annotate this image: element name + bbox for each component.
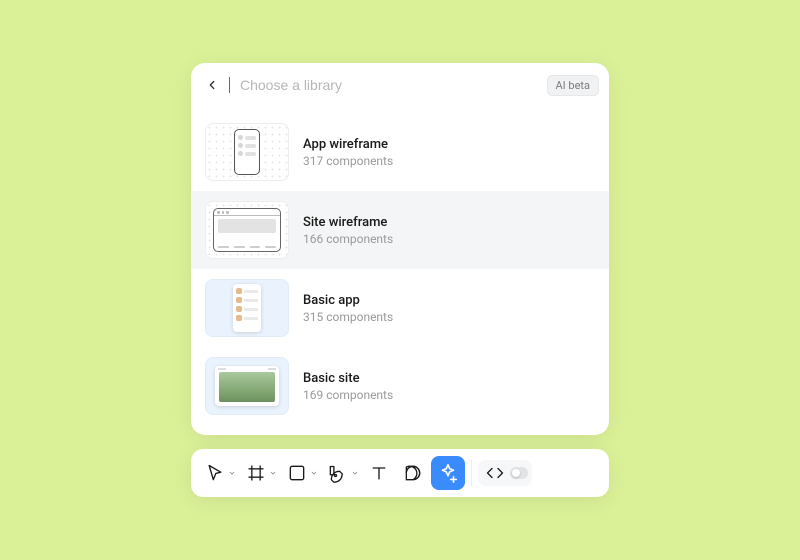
back-button[interactable] bbox=[201, 74, 223, 96]
toolbar bbox=[191, 449, 609, 497]
ai-beta-badge: AI beta bbox=[547, 75, 600, 96]
library-item-app-wireframe[interactable]: App wireframe 317 components bbox=[191, 113, 609, 191]
chevron-down-icon bbox=[228, 469, 236, 477]
site-card-icon bbox=[215, 366, 279, 406]
library-picker-panel: AI beta App wireframe 317 components bbox=[191, 63, 609, 435]
shape-tool[interactable] bbox=[281, 456, 320, 490]
sparkle-icon bbox=[437, 462, 459, 484]
dev-mode-toggle[interactable] bbox=[478, 460, 532, 486]
chevron-left-icon bbox=[205, 78, 219, 92]
library-item-site-wireframe[interactable]: Site wireframe 166 components bbox=[191, 191, 609, 269]
library-meta: Basic app 315 components bbox=[303, 293, 393, 324]
code-icon bbox=[486, 464, 504, 482]
comment-tool[interactable] bbox=[397, 456, 429, 490]
move-tool[interactable] bbox=[199, 456, 238, 490]
chevron-down-icon bbox=[269, 469, 277, 477]
toggle-switch[interactable] bbox=[510, 467, 528, 479]
pen-tool[interactable] bbox=[322, 456, 361, 490]
library-subtitle: 169 components bbox=[303, 388, 393, 402]
text-tool[interactable] bbox=[363, 456, 395, 490]
library-item-basic-app[interactable]: Basic app 315 components bbox=[191, 269, 609, 347]
thumbnail bbox=[205, 357, 289, 415]
library-subtitle: 315 components bbox=[303, 310, 393, 324]
text-cursor bbox=[229, 77, 230, 93]
library-subtitle: 317 components bbox=[303, 154, 393, 168]
library-title: Basic app bbox=[303, 293, 393, 308]
library-meta: Basic site 169 components bbox=[303, 371, 393, 402]
thumbnail bbox=[205, 123, 289, 181]
rectangle-icon bbox=[287, 463, 307, 483]
library-subtitle: 166 components bbox=[303, 232, 393, 246]
frame-tool[interactable] bbox=[240, 456, 279, 490]
chevron-down-icon bbox=[351, 469, 359, 477]
library-search-input[interactable] bbox=[238, 73, 541, 97]
library-meta: Site wireframe 166 components bbox=[303, 215, 393, 246]
frame-icon bbox=[246, 463, 266, 483]
toolbar-divider bbox=[471, 460, 472, 486]
chevron-down-icon bbox=[310, 469, 318, 477]
phone-wireframe-icon bbox=[234, 129, 260, 175]
phone-app-icon bbox=[233, 284, 261, 332]
comment-icon bbox=[403, 463, 423, 483]
browser-wireframe-icon bbox=[213, 208, 281, 252]
text-icon bbox=[369, 463, 389, 483]
library-item-basic-site[interactable]: Basic site 169 components bbox=[191, 347, 609, 425]
ai-tool[interactable] bbox=[431, 456, 465, 490]
thumbnail bbox=[205, 279, 289, 337]
thumbnail bbox=[205, 201, 289, 259]
library-title: Basic site bbox=[303, 371, 393, 386]
library-title: Site wireframe bbox=[303, 215, 393, 230]
pen-icon bbox=[328, 463, 348, 483]
cursor-icon bbox=[205, 463, 225, 483]
library-title: App wireframe bbox=[303, 137, 393, 152]
panel-header: AI beta bbox=[191, 63, 609, 107]
library-list: App wireframe 317 components Site wirefr… bbox=[191, 107, 609, 435]
library-meta: App wireframe 317 components bbox=[303, 137, 393, 168]
